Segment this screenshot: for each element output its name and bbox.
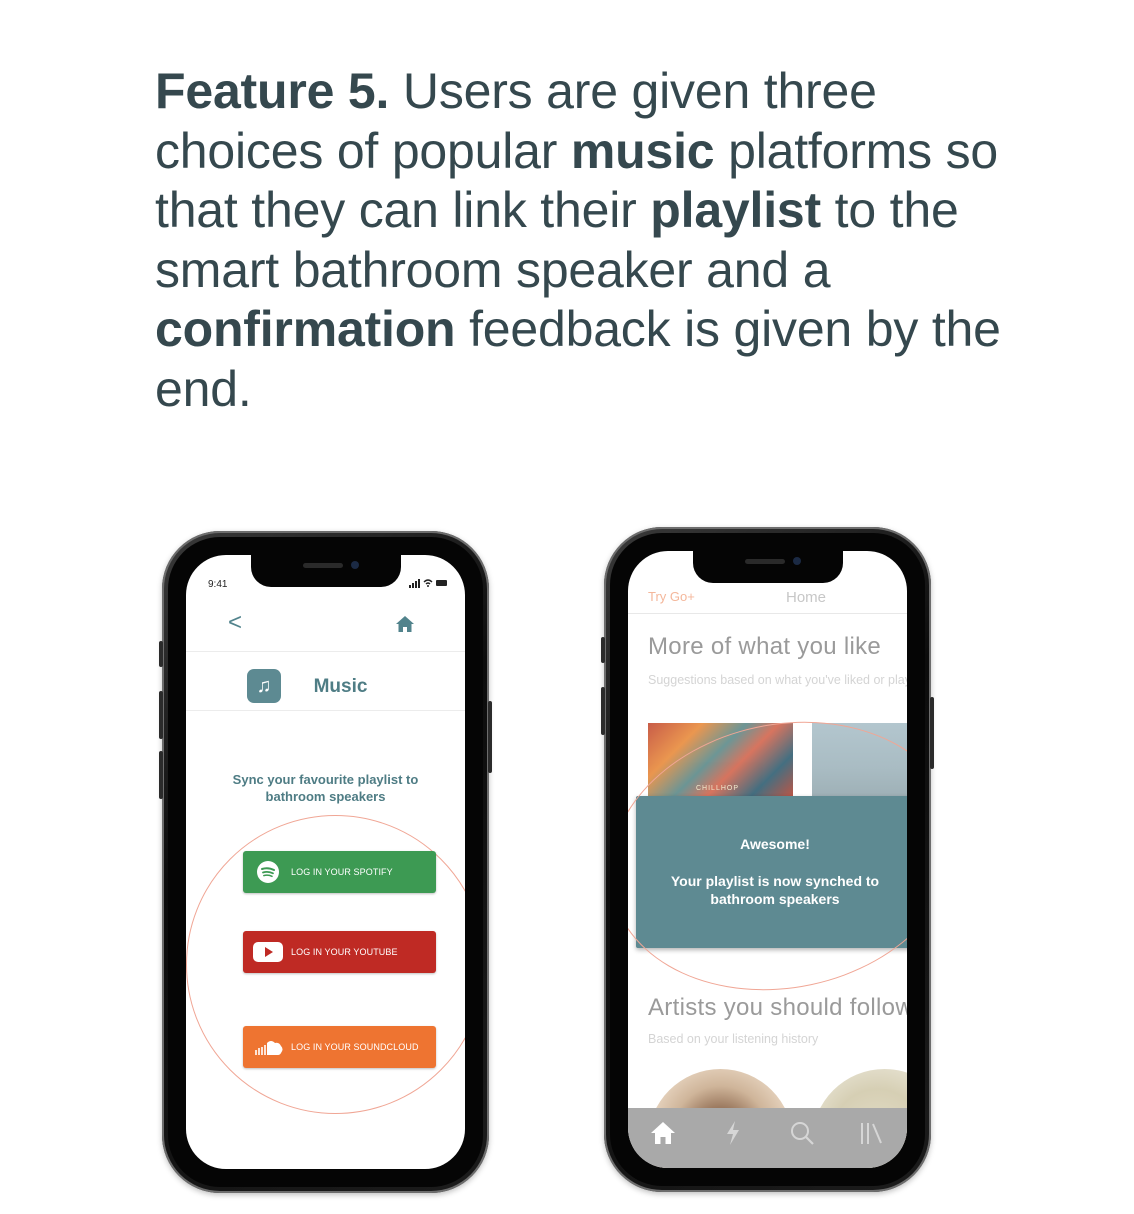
phone-side-button <box>159 691 163 739</box>
soundcloud-icon <box>255 1041 283 1055</box>
status-icons <box>409 578 449 591</box>
youtube-login-label: LOG IN YOUR YOUTUBE <box>291 947 398 957</box>
caption-bold-playlist: playlist <box>650 182 821 238</box>
stream-icon <box>726 1121 739 1145</box>
tab-search[interactable] <box>787 1118 817 1148</box>
signal-wifi-battery-icon <box>409 579 447 588</box>
caption-feature-label: Feature 5. <box>155 63 390 119</box>
caption-bold-confirmation: confirmation <box>155 301 456 357</box>
home-icon <box>650 1122 675 1144</box>
tab-library[interactable] <box>857 1118 887 1148</box>
phone-side-button <box>488 701 492 773</box>
phone-mockup-confirmation: Try Go+ Home More of what you like Sugge… <box>601 527 934 1192</box>
soundcloud-login-label: LOG IN YOUR SOUNDCLOUD <box>291 1042 419 1052</box>
phone-notch <box>250 555 401 587</box>
youtube-icon <box>253 942 283 962</box>
bottom-tab-bar <box>628 1108 907 1168</box>
divider <box>628 613 907 614</box>
home-tab-title: Home <box>786 589 827 606</box>
feature-caption: Feature 5. Users are given three choices… <box>155 62 1055 419</box>
phone-side-button <box>930 697 934 769</box>
phone-bezel: Try Go+ Home More of what you like Sugge… <box>610 533 925 1186</box>
section-title-artists: Artists you should follow <box>648 994 907 1021</box>
spotify-icon <box>257 861 279 883</box>
phone-side-button <box>159 751 163 799</box>
library-icon <box>861 1123 883 1144</box>
soundcloud-login-button[interactable]: LOG IN YOUR SOUNDCLOUD <box>243 1026 436 1068</box>
youtube-login-button[interactable]: LOG IN YOUR YOUTUBE <box>243 931 436 973</box>
spotify-login-label: LOG IN YOUR SPOTIFY <box>291 867 393 877</box>
tab-stream[interactable] <box>718 1118 748 1148</box>
phone-side-button <box>159 641 163 667</box>
section-subtitle: Based on your listening history <box>648 1032 819 1046</box>
page-title: Music <box>313 676 368 697</box>
divider <box>186 710 465 711</box>
sync-instruction: Sync your favourite playlist to bathroom… <box>232 772 419 804</box>
spotify-login-button[interactable]: LOG IN YOUR SPOTIFY <box>243 851 436 893</box>
try-go-plus-link[interactable]: Try Go+ <box>648 589 695 604</box>
back-button[interactable]: < <box>228 609 242 637</box>
phone-bezel: 9:41 < ♫ Music Sync your favourite playl… <box>168 537 483 1187</box>
phone-screen: Try Go+ Home More of what you like Sugge… <box>628 551 907 1168</box>
section-subtitle: Suggestions based on what you've liked o… <box>648 673 907 687</box>
phone-side-button <box>601 637 605 663</box>
phone-notch <box>692 551 843 583</box>
phone-side-button <box>601 687 605 735</box>
home-icon[interactable] <box>395 615 415 633</box>
search-icon <box>791 1122 815 1145</box>
phone-mockup-music-login: 9:41 < ♫ Music Sync your favourite playl… <box>159 531 492 1193</box>
tab-home[interactable] <box>648 1118 678 1148</box>
status-time: 9:41 <box>208 579 228 590</box>
section-title-more-you-like: More of what you like <box>648 633 882 660</box>
phone-screen: 9:41 < ♫ Music Sync your favourite playl… <box>186 555 465 1169</box>
divider <box>186 651 465 652</box>
caption-bold-music: music <box>570 122 715 179</box>
